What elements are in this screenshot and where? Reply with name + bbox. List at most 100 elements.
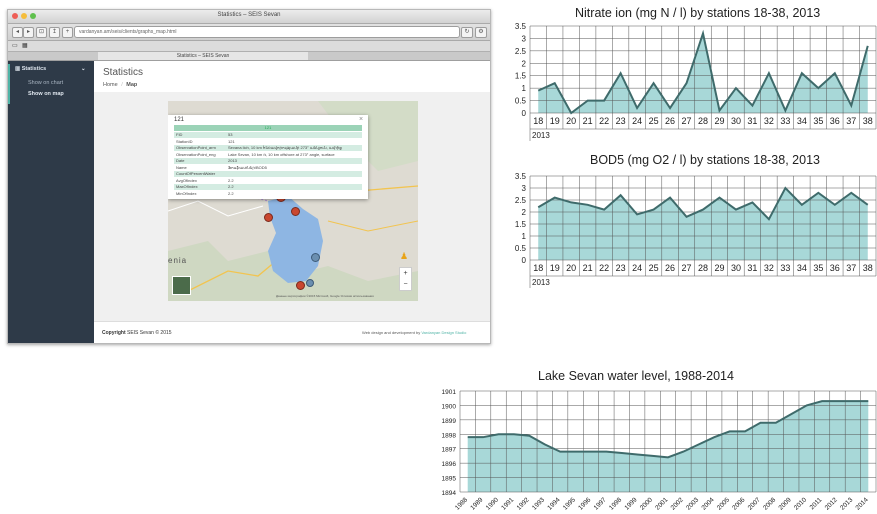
zoom-out-button[interactable]: − [400,279,411,290]
share-icon[interactable]: ↥ [49,27,60,38]
station-marker[interactable] [311,253,320,262]
map-view[interactable]: enia ♟ + − Данные картографии ©2015 Micr… [168,101,418,301]
x-tick-label: 1996 [577,496,592,511]
popup-row-key: AvgOfIndex [176,177,197,183]
chart-1-title: Nitrate ion (mg N / l) by stations 18-38… [575,6,821,20]
station-marker[interactable] [296,281,305,290]
browser-toolbar: ◂ ▸ ⊡ ↥ + vardanyan.am/seis/clients/grap… [8,24,490,41]
add-tab-icon[interactable]: + [62,27,73,38]
x-tick-label: 1988 [454,496,469,511]
breadcrumb: Home / Map [103,82,137,88]
footer-copyright: Copyright SEIS Sevan © 2015 [102,330,172,336]
popup-header-row: 121 [174,125,362,131]
x-tick-label: 27 [682,116,692,126]
y-tick-label: 1895 [442,476,457,483]
x-tick-label: 25 [649,263,659,273]
x-tick-label: 26 [665,116,675,126]
y-tick-label: 1 [522,232,527,241]
x-tick-label: 20 [566,116,576,126]
station-info-popup: 121 × 121 FID 53 StationID 121 ObservationPo… [168,115,368,199]
y-tick-label: 2 [522,59,527,68]
y-tick-label: 0.5 [515,97,527,106]
y-tick-label: 3 [522,34,527,43]
sidebar-section-statistics[interactable]: ▥ Statistics ⌄ [15,66,90,72]
x-tick-label: 34 [797,263,807,273]
y-tick-label: 1897 [442,447,457,454]
x-tick-label: 1997 [593,496,608,511]
station-marker[interactable] [264,213,273,222]
popup-row-value: 121 [228,138,235,144]
station-marker[interactable] [291,207,300,216]
x-tick-label: 20 [566,263,576,273]
popup-row-value: 2.2 [228,190,234,196]
x-tick-label: 36 [830,263,840,273]
x-tick-label: 1990 [485,496,500,511]
x-tick-label: 31 [747,263,757,273]
popup-title: 121 [174,117,185,123]
x-tick-label: 1998 [608,496,623,511]
reload-icon[interactable]: ↻ [461,27,473,38]
x-tick-label: 33 [780,263,790,273]
footer-credit-link[interactable]: Vardanyan Design Studio [421,330,466,335]
address-bar[interactable]: vardanyan.am/seis/clients/graphs_map.htm… [74,26,460,38]
sidebar-item-show-on-chart[interactable]: Show on chart [28,80,88,86]
y-tick-label: 1899 [442,418,457,425]
back-arrow-icon[interactable]: ◂ [12,27,23,38]
y-tick-label: 1900 [442,403,457,410]
popup-row-value: Lake Sevan, 10 km ռ, 10 km offshore at 2… [228,151,335,157]
sidebar-section-label: Statistics [21,66,47,72]
tab-bar: Statistics – SEIS Sevan [8,52,490,61]
popup-row: StationID 121 [174,138,362,145]
breadcrumb-home-link[interactable]: Home [103,82,118,88]
popup-row-value: 53 [228,132,233,137]
popup-row-value: 2.2 [228,177,234,183]
x-tick-label: 36 [830,116,840,126]
x-tick-label: 2001 [654,496,669,511]
forward-arrow-icon[interactable]: ▸ [23,27,34,38]
browser-tab[interactable]: Statistics – SEIS Sevan [98,52,308,60]
satellite-toggle-thumbnail[interactable] [172,276,191,295]
x-tick-label: 2010 [793,496,808,511]
sidebar-item-show-on-map[interactable]: Show on map [28,91,88,97]
reader-icon[interactable]: ⊡ [36,27,47,38]
x-tick-label: 2004 [700,496,715,511]
popup-row: Date 2013 [174,158,362,164]
y-tick-label: 0.5 [515,244,527,253]
y-tick-label: 2.5 [515,47,527,56]
bar-chart-icon: ▥ [15,66,22,72]
popup-row: ObservationPoint_eng Lake Sevan, 10 km ռ,… [174,151,362,158]
y-tick-label: 1901 [442,389,457,396]
street-view-pegman-icon[interactable]: ♟ [400,251,408,262]
popup-row-value: 2.2 [228,184,234,189]
x-tick-label: 18 [533,263,543,273]
series-area [467,401,869,492]
popup-row: ObservationPoint_arm Sevana lich, 10 km հ… [174,145,362,151]
x-tick-label: 32 [764,116,774,126]
station-marker[interactable] [306,279,314,287]
popup-row-key: CountOfPercentWater [176,171,216,176]
x-tick-label: 33 [780,116,790,126]
top-sites-icon[interactable]: ▦ [22,42,28,49]
x-tick-label: 1995 [562,496,577,511]
x-tick-label: 1994 [546,496,561,511]
page-header: Statistics Home / Map [94,61,490,92]
water-level-chart: 1894 1895 1896 1897 1898 1899 1900 1901 1988 1989… [442,389,877,512]
zoom-in-button[interactable]: + [400,268,411,279]
chart-2-title: BOD5 (mg O2 / l) by stations 18-38, 2013 [590,153,820,167]
x-tick-label: 2007 [747,496,762,511]
breadcrumb-separator: / [121,82,123,88]
x-tick-label: 38 [863,116,873,126]
popup-row-key: ObservationPoint_eng [176,151,216,157]
x-tick-label: 23 [616,263,626,273]
close-icon[interactable]: × [359,116,363,123]
x-tick-label: 2006 [731,496,746,511]
footer-copyright-text: SEIS Sevan © 2015 [127,330,172,336]
settings-gear-icon[interactable]: ⚙ [475,27,487,38]
sidebar-toggle-icon[interactable]: ▭ [12,42,18,49]
x-tick-label: 35 [813,263,823,273]
x-tick-label: 2013 [839,496,854,511]
x-tick-label: 19 [550,263,560,273]
x-tick-label: 1992 [516,496,531,511]
map-country-label: enia [168,256,188,265]
y-tick-label: 1.5 [515,220,527,229]
